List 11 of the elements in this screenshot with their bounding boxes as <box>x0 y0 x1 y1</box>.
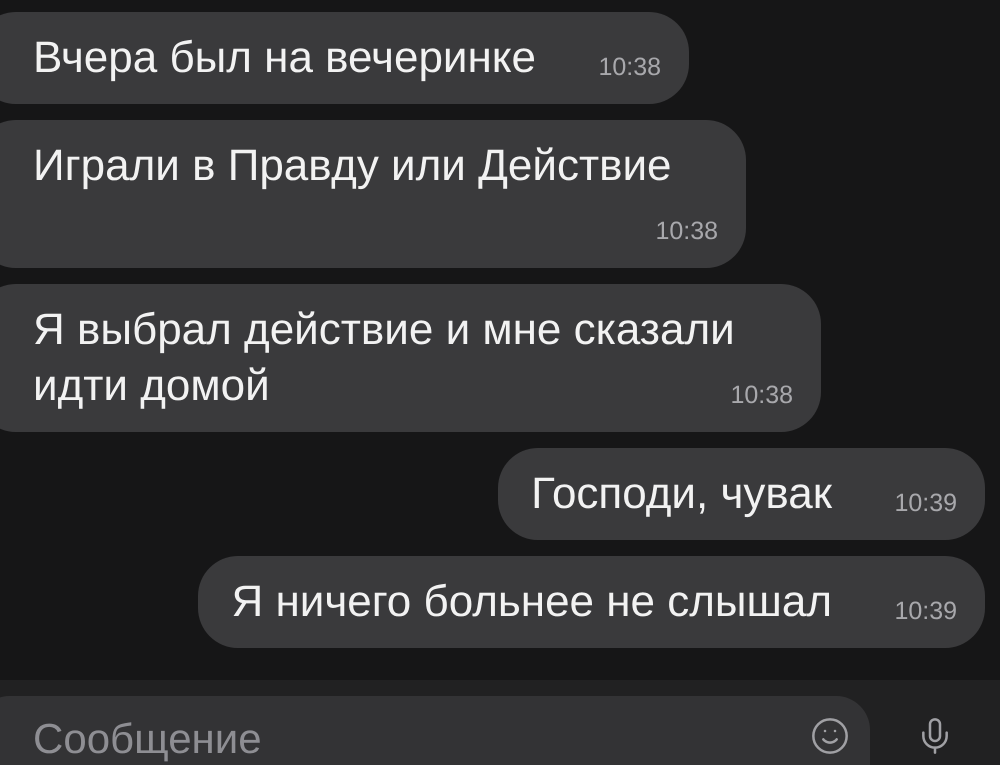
message-time: 10:38 <box>655 216 718 246</box>
message-text: Играли в Правду или Действие <box>33 141 672 190</box>
message-time: 10:39 <box>894 596 957 626</box>
message-field[interactable]: Сообщение <box>0 696 870 765</box>
message-time: 10:38 <box>730 380 793 410</box>
message-time: 10:39 <box>894 488 957 518</box>
message-text: Господи, чувак <box>531 469 832 518</box>
message-text: Вчера был на вечеринке <box>33 33 536 82</box>
message-time: 10:38 <box>598 52 662 82</box>
emoji-icon[interactable] <box>810 716 850 756</box>
message-text: Я ничего больнее не слышал <box>231 577 832 626</box>
